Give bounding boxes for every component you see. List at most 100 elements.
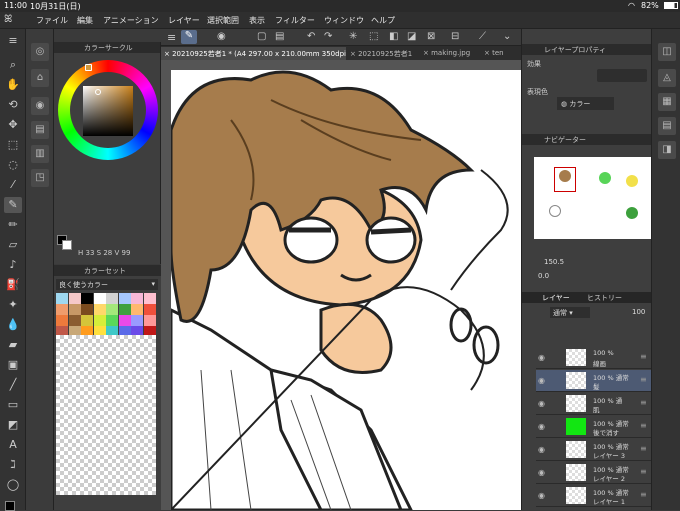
ruler-snap-icon[interactable]: ⟋ — [479, 31, 486, 42]
visibility-eye-icon[interactable]: ◉ — [538, 468, 545, 477]
subtool-material-icon[interactable]: ▥ — [31, 145, 49, 163]
correct-line-icon[interactable]: ◯ — [4, 477, 22, 493]
layer-row[interactable]: ◉ 100 % 通常髪 ≡ — [536, 370, 651, 392]
dock-property-icon[interactable]: ◫ — [658, 43, 676, 61]
tab-document-4[interactable]: × ten — [481, 47, 521, 60]
transform-icon[interactable]: ◧ — [389, 31, 398, 42]
saturation-value-square[interactable] — [83, 86, 133, 136]
color-swatch[interactable] — [56, 315, 68, 326]
layer-row[interactable]: ◉ 100 % 通常 後で消す ≡ — [536, 416, 651, 438]
visibility-eye-icon[interactable]: ◉ — [538, 445, 545, 454]
display-color-select[interactable]: ◍ カラー — [557, 97, 614, 110]
visibility-eye-icon[interactable]: ◉ — [538, 422, 545, 431]
layer-row[interactable]: ◉ 100 % 通肌 ≡ — [536, 393, 651, 415]
save-icon[interactable]: ▤ — [275, 31, 284, 42]
undo-icon[interactable]: ↶ — [307, 31, 315, 42]
layer-row[interactable]: ◉ 100 % 通常 レイヤー 1 ≡ — [536, 485, 651, 507]
color-swatch[interactable] — [93, 304, 106, 315]
edit-mode-icon[interactable]: ✎ — [181, 30, 197, 44]
menu-animation[interactable]: アニメーション — [103, 15, 159, 26]
drag-handle-icon[interactable]: ≡ — [640, 421, 647, 430]
eraser-icon[interactable]: ▱ — [4, 237, 22, 253]
airbrush-icon[interactable]: ⛽ — [4, 277, 22, 293]
text-icon[interactable]: A — [4, 437, 22, 453]
clear-icon[interactable]: ⬚ — [369, 31, 378, 42]
color-swatch[interactable] — [68, 304, 81, 315]
hand-icon[interactable]: ✋ — [4, 77, 22, 93]
new-icon[interactable]: ▢ — [257, 31, 266, 42]
subtool-zoom-icon[interactable]: ◎ — [31, 43, 49, 61]
drag-handle-icon[interactable]: ≡ — [640, 444, 647, 453]
frame-icon[interactable]: ▭ — [4, 397, 22, 413]
redo-icon[interactable]: ↷ — [324, 31, 332, 42]
figure-icon[interactable]: ╱ — [4, 377, 22, 393]
move-icon[interactable]: ✥ — [4, 117, 22, 133]
drag-handle-icon[interactable]: ≡ — [640, 352, 647, 361]
deselect-icon[interactable]: ⊠ — [427, 31, 435, 42]
color-swatch[interactable] — [106, 293, 118, 304]
visibility-eye-icon[interactable]: ◉ — [538, 376, 545, 385]
drawing-canvas[interactable] — [171, 70, 521, 510]
visibility-eye-icon[interactable]: ◉ — [538, 353, 545, 362]
dock-material-icon[interactable]: ▤ — [658, 117, 676, 135]
color-swatch[interactable] — [106, 304, 118, 315]
canvas-area[interactable] — [161, 60, 521, 510]
color-swatch[interactable] — [118, 293, 131, 304]
gradient-icon[interactable]: ▣ — [4, 357, 22, 373]
color-swatch[interactable] — [106, 315, 118, 326]
select-icon[interactable]: ⬚ — [4, 137, 22, 153]
hue-ring[interactable] — [58, 60, 158, 160]
zoom-icon[interactable]: ⌕ — [4, 57, 22, 73]
color-swatch[interactable] — [68, 315, 81, 326]
drag-handle-icon[interactable]: ≡ — [640, 467, 647, 476]
subtool-layers-icon[interactable]: ▤ — [31, 121, 49, 139]
loading-icon[interactable]: ✳ — [349, 31, 357, 42]
zoom-value[interactable]: 150.5 — [544, 258, 564, 266]
color-swatch[interactable] — [118, 304, 131, 315]
blend-mode-select[interactable]: 通常 ▾ — [550, 307, 590, 318]
color-swatch[interactable] — [81, 315, 93, 326]
effect-buttons[interactable] — [597, 69, 647, 82]
bg-color-icon[interactable] — [62, 240, 72, 250]
color-swatch[interactable] — [143, 304, 156, 315]
menu-selection[interactable]: 選択範囲 — [207, 15, 239, 26]
color-swatch[interactable] — [143, 293, 156, 304]
layer-row[interactable]: ◉ 100 % 通常 レイヤー 2 ≡ — [536, 462, 651, 484]
color-swatch[interactable] — [143, 315, 156, 326]
color-swatch[interactable] — [68, 293, 81, 304]
lasso-icon[interactable]: ◌ — [4, 157, 22, 173]
opacity-value[interactable]: 100 — [632, 308, 645, 316]
tab-layer[interactable]: レイヤー — [542, 293, 570, 303]
menu-help[interactable]: ヘルプ — [371, 15, 395, 26]
drag-handle-icon[interactable]: ≡ — [640, 375, 647, 384]
fill-selection-icon[interactable]: ◪ — [407, 31, 416, 42]
color-swatch[interactable] — [118, 315, 131, 326]
rotate-icon[interactable]: ⟲ — [4, 97, 22, 113]
tab-history[interactable]: ヒストリー — [587, 293, 622, 303]
color-swatch[interactable] — [131, 304, 143, 315]
layer-row[interactable]: ◉ 100 % 線画 ≡ — [536, 347, 651, 369]
invert-icon[interactable]: ⊟ — [451, 31, 459, 42]
color-set-select[interactable]: 良く使うカラー ▾ — [56, 279, 158, 290]
menu-filter[interactable]: フィルター — [275, 15, 315, 26]
menu-view[interactable]: 表示 — [249, 15, 265, 26]
tab-document-1[interactable]: × 20210925若者1 * (A4 297.00 x 210.00mm 35… — [161, 47, 346, 60]
blend-icon[interactable]: 💧 — [4, 317, 22, 333]
dock-brush-icon[interactable]: ◬ — [658, 69, 676, 87]
color-swatch[interactable] — [81, 293, 93, 304]
view-icon[interactable]: ◉ — [217, 31, 226, 42]
color-swatch[interactable] — [131, 315, 143, 326]
color-swatch[interactable] — [131, 293, 143, 304]
color-swatch[interactable] — [93, 293, 106, 304]
navigator-preview[interactable] — [534, 157, 652, 239]
sv-handle[interactable] — [95, 89, 101, 95]
tab-document-2[interactable]: × 20210925若者1 — [347, 47, 419, 60]
menu-edit[interactable]: 編集 — [77, 15, 93, 26]
eyedropper-icon[interactable]: ⁄ — [4, 177, 22, 193]
fill-icon[interactable]: ▰ — [4, 337, 22, 353]
pen-icon[interactable]: ✎ — [4, 197, 22, 213]
visibility-eye-icon[interactable]: ◉ — [538, 399, 545, 408]
menu-file[interactable]: ファイル — [36, 15, 68, 26]
balloon-icon[interactable]: ℷ — [4, 457, 22, 473]
decoration-icon[interactable]: ✦ — [4, 297, 22, 313]
